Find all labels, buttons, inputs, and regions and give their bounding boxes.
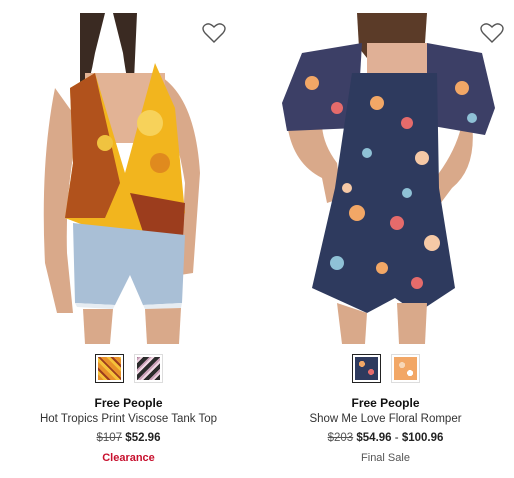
price-range-separator: - bbox=[394, 432, 399, 444]
favorite-heart-icon[interactable] bbox=[202, 22, 226, 44]
product-card-floral-romper[interactable]: Free People Show Me Love Floral Romper $… bbox=[257, 0, 514, 478]
final-sale-badge: Final Sale bbox=[361, 452, 410, 464]
sale-price-low: $54.96 bbox=[356, 432, 392, 444]
product-brand[interactable]: Free People bbox=[0, 396, 257, 410]
swatch-orange-print[interactable] bbox=[94, 354, 124, 383]
clearance-badge: Clearance bbox=[102, 452, 155, 464]
swatch-peach-floral[interactable] bbox=[390, 354, 420, 383]
product-photo-hot-tropics bbox=[35, 13, 221, 344]
color-swatches bbox=[257, 354, 514, 383]
sale-price: $52.96 bbox=[125, 432, 161, 444]
product-image[interactable] bbox=[267, 13, 503, 344]
original-price: $107 bbox=[96, 432, 123, 444]
price-row: $203 $54.96 - $100.96 bbox=[257, 432, 514, 444]
product-card-hot-tropics[interactable]: Free People Hot Tropics Print Viscose Ta… bbox=[0, 0, 257, 478]
original-price: $203 bbox=[327, 432, 354, 444]
sale-price-high: $100.96 bbox=[401, 432, 444, 444]
product-photo-floral-romper bbox=[267, 13, 503, 344]
product-image[interactable] bbox=[35, 13, 221, 344]
product-brand[interactable]: Free People bbox=[257, 396, 514, 410]
product-name[interactable]: Hot Tropics Print Viscose Tank Top bbox=[0, 413, 257, 425]
swatch-black-print[interactable] bbox=[133, 354, 163, 383]
favorite-heart-icon[interactable] bbox=[480, 22, 504, 44]
swatch-navy-floral[interactable] bbox=[351, 354, 381, 383]
price-row: $107 $52.96 bbox=[0, 432, 257, 444]
color-swatches bbox=[0, 354, 257, 383]
product-name[interactable]: Show Me Love Floral Romper bbox=[257, 413, 514, 425]
